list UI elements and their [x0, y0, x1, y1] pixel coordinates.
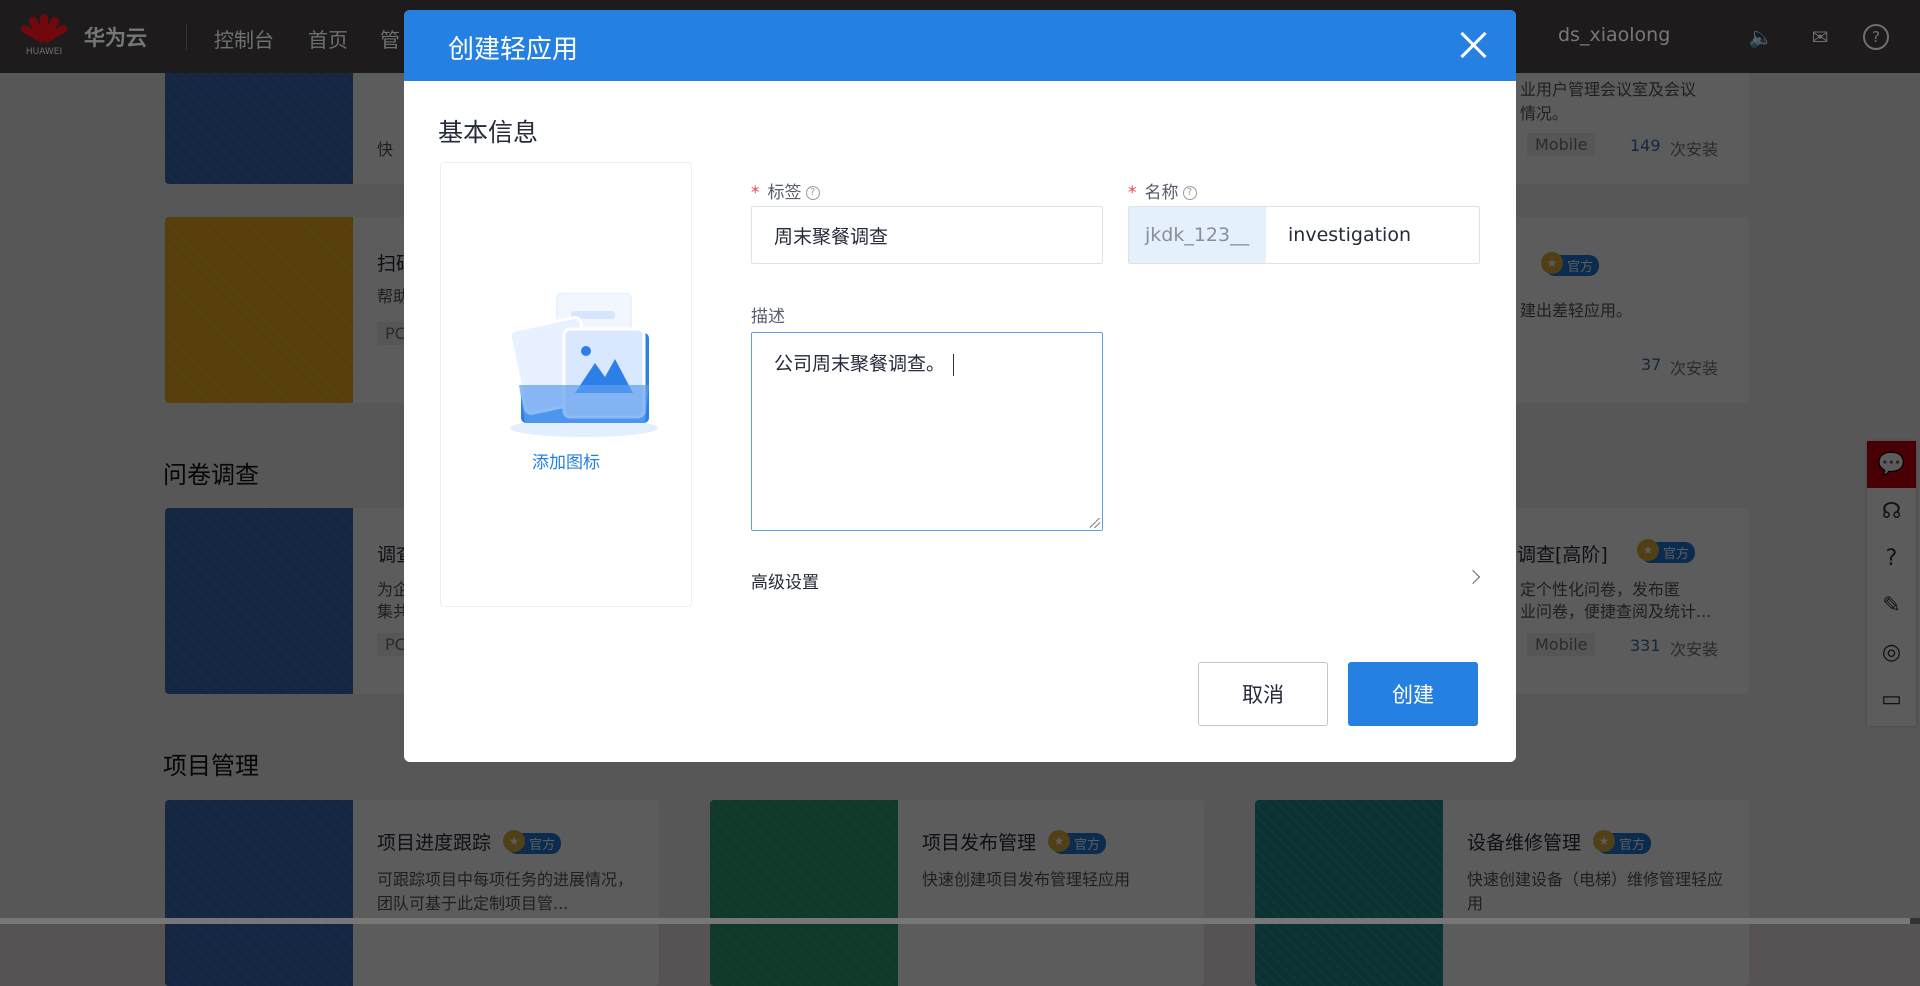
- card-desc: 业用户管理会议室及会议: [1520, 80, 1697, 99]
- template-card-release[interactable]: 项目发布管理官方 快速创建项目发布管理轻应用: [710, 800, 1204, 986]
- name-input[interactable]: investigation: [1266, 224, 1479, 246]
- tag-input[interactable]: 周末聚餐调查: [751, 206, 1103, 264]
- folder-image-icon: [509, 293, 658, 437]
- scan-icon: [165, 217, 353, 403]
- official-badge: 官方: [503, 830, 562, 854]
- card-title: 项目发布管理: [922, 832, 1037, 854]
- help-icon[interactable]: ?: [1182, 186, 1197, 200]
- official-badge: 官方: [1540, 252, 1600, 276]
- name-prefix: jkdk_123__: [1129, 207, 1266, 263]
- create-button[interactable]: 创建: [1348, 662, 1478, 726]
- install-count: 149: [1630, 136, 1661, 155]
- customer-service-icon[interactable]: ☊: [1867, 488, 1916, 535]
- install-label: 次安装: [1670, 640, 1719, 659]
- template-card-maintenance[interactable]: 设备维修管理官方 快速创建设备（电梯）维修管理轻应用: [1255, 800, 1749, 986]
- nav-console[interactable]: 控制台: [214, 24, 274, 53]
- description-textarea[interactable]: 公司周末聚餐调查。: [751, 332, 1103, 531]
- add-icon-uploader[interactable]: 添加图标: [440, 162, 692, 607]
- official-badge: 官方: [1593, 830, 1652, 854]
- description-label: 描述: [751, 307, 785, 327]
- feedback-icon[interactable]: ✎: [1867, 582, 1916, 629]
- card-title: 设备维修管理: [1467, 832, 1582, 854]
- section-title-project: 项目管理: [163, 752, 259, 780]
- chat-icon[interactable]: 💬: [1867, 441, 1916, 488]
- platform-tag: Mobile: [1527, 633, 1596, 656]
- rocket-icon: [710, 800, 898, 986]
- card-desc: 情况。: [1520, 104, 1569, 123]
- help-icon[interactable]: ?: [805, 186, 820, 200]
- advanced-settings-label: 高级设置: [751, 573, 819, 593]
- tag-label: * 标签?: [751, 178, 820, 203]
- card-desc: 可跟踪项目中每项任务的进展情况，团队可基于此定制项目管...: [377, 870, 634, 913]
- dialog-title: 创建轻应用: [448, 35, 579, 65]
- add-icon-link[interactable]: 添加图标: [441, 448, 691, 473]
- nav-home[interactable]: 首页: [308, 24, 348, 53]
- install-label: 次安装: [1670, 140, 1719, 159]
- terminal-icon[interactable]: ▭: [1867, 676, 1916, 723]
- target-icon: [165, 800, 353, 986]
- user-name[interactable]: ds_xiaolong: [1558, 24, 1670, 46]
- logo-text: HUAWEI: [25, 47, 63, 57]
- horizontal-scrollbar[interactable]: [0, 918, 1920, 924]
- help-icon[interactable]: ?: [1863, 24, 1889, 50]
- dialog-header: 创建轻应用: [404, 10, 1516, 81]
- create-app-dialog: 创建轻应用 基本信息 添加图标 * 标签? 周末聚餐调查 * 名称? jkdk_12…: [404, 10, 1516, 762]
- survey-doc-icon: [165, 508, 353, 694]
- card-title: 项目进度跟踪: [377, 832, 492, 854]
- install-label: 次安装: [1670, 359, 1719, 378]
- card-desc: 建出差轻应用。: [1520, 301, 1633, 320]
- official-badge: 官方: [1048, 830, 1107, 854]
- card-desc: 定个性化问卷，发布匿: [1520, 580, 1681, 599]
- card-desc: 业问卷，便捷查阅及统计...: [1520, 602, 1712, 621]
- platform-tag: Mobile: [1527, 133, 1596, 156]
- card-desc: 快速创建设备（电梯）维修管理轻应用: [1467, 870, 1724, 913]
- template-card-progress[interactable]: 项目进度跟踪官方 可跟踪项目中每项任务的进展情况，团队可基于此定制项目管...: [165, 800, 659, 986]
- card-title: 调查[高阶]: [1517, 544, 1608, 566]
- chevron-right-icon: [1465, 569, 1481, 585]
- install-count: 331: [1630, 636, 1661, 655]
- divider: [186, 24, 187, 50]
- resize-handle[interactable]: [1090, 518, 1100, 528]
- help-icon[interactable]: ?: [1867, 535, 1916, 582]
- advanced-settings-toggle[interactable]: 高级设置: [751, 568, 1484, 598]
- ip-monitor-icon: [1255, 800, 1443, 986]
- card-desc: 快: [377, 140, 394, 159]
- card-desc: 快速创建项目发布管理轻应用: [922, 870, 1131, 889]
- name-label: * 名称?: [1128, 178, 1197, 203]
- brand-name[interactable]: 华为云: [84, 22, 147, 52]
- mail-icon[interactable]: ✉: [1807, 24, 1833, 50]
- nav-manage[interactable]: 管: [380, 24, 400, 53]
- official-badge: 官方: [1636, 539, 1696, 563]
- floating-toolbar: 💬 ☊ ? ✎ ◎ ▭: [1867, 441, 1916, 726]
- cancel-button[interactable]: 取消: [1198, 662, 1328, 726]
- huawei-logo[interactable]: HUAWEI: [19, 14, 69, 60]
- section-title-survey: 问卷调查: [163, 461, 259, 489]
- name-input-group: jkdk_123__ investigation: [1128, 206, 1480, 264]
- close-icon[interactable]: [1454, 26, 1492, 64]
- install-count: 37: [1641, 355, 1662, 374]
- locate-icon[interactable]: ◎: [1867, 629, 1916, 676]
- section-title: 基本信息: [438, 118, 539, 147]
- speaker-icon[interactable]: 🔈: [1748, 24, 1774, 50]
